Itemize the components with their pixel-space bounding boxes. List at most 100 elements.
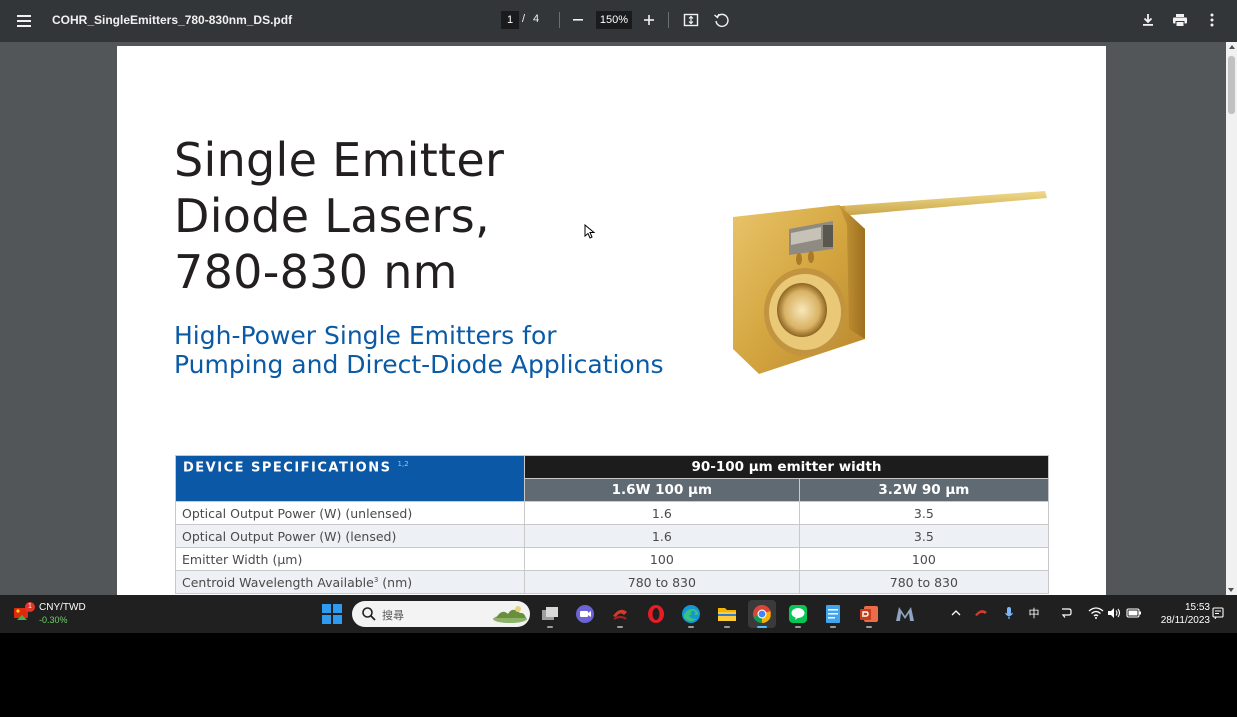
table-cell: 100 xyxy=(798,547,1050,571)
laser-diode-product-image xyxy=(733,191,1047,374)
spec-section-header: DEVICE SPECIFICATIONS 1,2 xyxy=(175,455,525,502)
widget-name: CNY/TWD xyxy=(39,602,86,613)
windows-taskbar: 1 CNY/TWD -0.30% 搜尋 中 15:53 28/11/2023 xyxy=(0,595,1237,633)
chrome-app[interactable] xyxy=(748,600,776,628)
notepad-app[interactable] xyxy=(819,600,847,628)
fit-page-icon xyxy=(683,13,699,27)
zoom-level-input[interactable]: 150% xyxy=(596,11,632,29)
wifi-icon[interactable] xyxy=(1088,605,1104,621)
widget-change: -0.30% xyxy=(39,615,68,625)
row-label: Optical Output Power (W) (lensed) xyxy=(175,524,525,548)
page-number-input[interactable]: 1 xyxy=(501,11,519,29)
screen: COHR_SingleEmitters_780-830nm_DS.pdf 1 /… xyxy=(0,0,1237,717)
clock-date: 28/11/2023 xyxy=(1160,615,1210,626)
empty-screen-area xyxy=(0,633,1237,717)
table-cell: 780 to 830 xyxy=(798,570,1050,594)
title-line: 780-830 nm xyxy=(174,245,458,299)
taskbar-search-box[interactable]: 搜尋 xyxy=(352,601,530,627)
line-app[interactable] xyxy=(784,600,812,628)
toolbar-divider xyxy=(668,12,669,28)
table-cell: 3.5 xyxy=(798,524,1050,548)
pdf-viewer[interactable]: Single Emitter Diode Lasers, 780-830 nm … xyxy=(0,42,1237,595)
page-title: Single Emitter Diode Lasers, 780-830 nm xyxy=(174,132,504,300)
table-cell: 1.6 xyxy=(524,501,800,525)
page-total: 4 xyxy=(533,13,540,25)
title-line: Single Emitter xyxy=(174,133,505,187)
edge-icon xyxy=(682,605,700,623)
title-line: Diode Lasers, xyxy=(174,189,490,243)
system-clock[interactable]: 15:53 28/11/2023 xyxy=(1150,601,1210,627)
row-label: Emitter Width (µm) xyxy=(175,547,525,571)
scroll-down-arrow-icon[interactable] xyxy=(1228,588,1234,592)
more-options-button[interactable] xyxy=(1202,10,1222,30)
table-cell: 100 xyxy=(524,547,800,571)
table-row: Optical Output Power (W) (unlensed) 1.6 … xyxy=(175,501,1050,525)
search-placeholder: 搜尋 xyxy=(382,609,404,622)
subtitle-line: High-Power Single Emitters for xyxy=(174,321,557,350)
scrollbar[interactable] xyxy=(1226,42,1237,595)
document-title: COHR_SingleEmitters_780-830nm_DS.pdf xyxy=(52,13,293,27)
m-app-icon xyxy=(896,607,914,621)
rotate-button[interactable] xyxy=(711,10,731,30)
search-icon xyxy=(362,607,376,621)
plus-icon xyxy=(644,15,654,25)
notification-badge: 1 xyxy=(25,602,35,612)
page-subtitle: High-Power Single Emitters for Pumping a… xyxy=(174,321,664,379)
ime-indicator[interactable]: 中 xyxy=(1026,605,1042,621)
rotate-icon xyxy=(714,13,729,27)
table-cell: 3.5 xyxy=(798,501,1050,525)
powerpoint-app[interactable] xyxy=(855,600,883,628)
toolbar-divider xyxy=(559,12,560,28)
teams-chat-app[interactable] xyxy=(571,600,599,628)
subtitle-line: Pumping and Direct-Diode Applications xyxy=(174,350,664,379)
battery-icon[interactable] xyxy=(1126,605,1142,621)
start-button[interactable] xyxy=(322,604,342,624)
minus-icon xyxy=(573,19,583,21)
opera-icon xyxy=(648,605,664,623)
anydesk-app[interactable] xyxy=(606,600,634,628)
zoom-in-button[interactable] xyxy=(639,10,659,30)
line-icon xyxy=(789,605,807,623)
anydesk-tray-icon[interactable] xyxy=(973,605,989,621)
m-app[interactable] xyxy=(891,600,919,628)
volume-icon[interactable] xyxy=(1106,605,1122,621)
powerpoint-icon xyxy=(860,606,878,622)
ime-mode-icon[interactable] xyxy=(1058,605,1074,621)
zoom-out-button[interactable] xyxy=(568,10,588,30)
print-button[interactable] xyxy=(1170,10,1190,30)
pdf-toolbar: COHR_SingleEmitters_780-830nm_DS.pdf 1 /… xyxy=(0,0,1237,42)
search-highlight-icon xyxy=(493,606,527,623)
mouse-cursor-icon xyxy=(584,224,596,239)
show-hidden-icons-button[interactable] xyxy=(948,605,964,621)
clock-time: 15:53 xyxy=(1184,602,1210,613)
notifications-icon[interactable] xyxy=(1210,605,1226,621)
row-label: Optical Output Power (W) (unlensed) xyxy=(175,501,525,525)
group-header: 90-100 µm emitter width xyxy=(524,455,1049,479)
fit-page-button[interactable] xyxy=(681,10,701,30)
table-cell: 1.6 xyxy=(524,524,800,548)
device-spec-table: DEVICE SPECIFICATIONS 1,2 90-100 µm emit… xyxy=(175,455,1050,594)
task-view-icon xyxy=(542,607,558,620)
table-row: Emitter Width (µm) 100 100 xyxy=(175,547,1050,571)
currency-widget[interactable]: 1 CNY/TWD -0.30% xyxy=(12,600,102,628)
teams-chat-icon xyxy=(576,605,594,623)
chevron-up-icon xyxy=(951,610,961,616)
print-icon xyxy=(1173,14,1187,27)
edge-app[interactable] xyxy=(677,600,705,628)
windows-logo-icon xyxy=(322,604,331,613)
menu-button[interactable] xyxy=(15,12,33,28)
download-icon xyxy=(1143,14,1153,26)
microphone-icon[interactable] xyxy=(1001,605,1017,621)
chrome-icon xyxy=(753,605,771,623)
row-label-text: Centroid Wavelength Available xyxy=(182,574,374,590)
column-header: 1.6W 100 µm xyxy=(524,478,800,502)
download-button[interactable] xyxy=(1138,10,1158,30)
scroll-up-arrow-icon[interactable] xyxy=(1229,45,1235,49)
file-explorer-app[interactable] xyxy=(713,600,741,628)
spec-section-label: DEVICE SPECIFICATIONS xyxy=(183,460,392,476)
opera-app[interactable] xyxy=(642,600,670,628)
task-view-button[interactable] xyxy=(536,600,564,628)
scrollbar-thumb[interactable] xyxy=(1228,56,1235,114)
row-label: Centroid Wavelength Available3 (nm) xyxy=(175,570,525,594)
column-header: 3.2W 90 µm xyxy=(798,478,1050,502)
